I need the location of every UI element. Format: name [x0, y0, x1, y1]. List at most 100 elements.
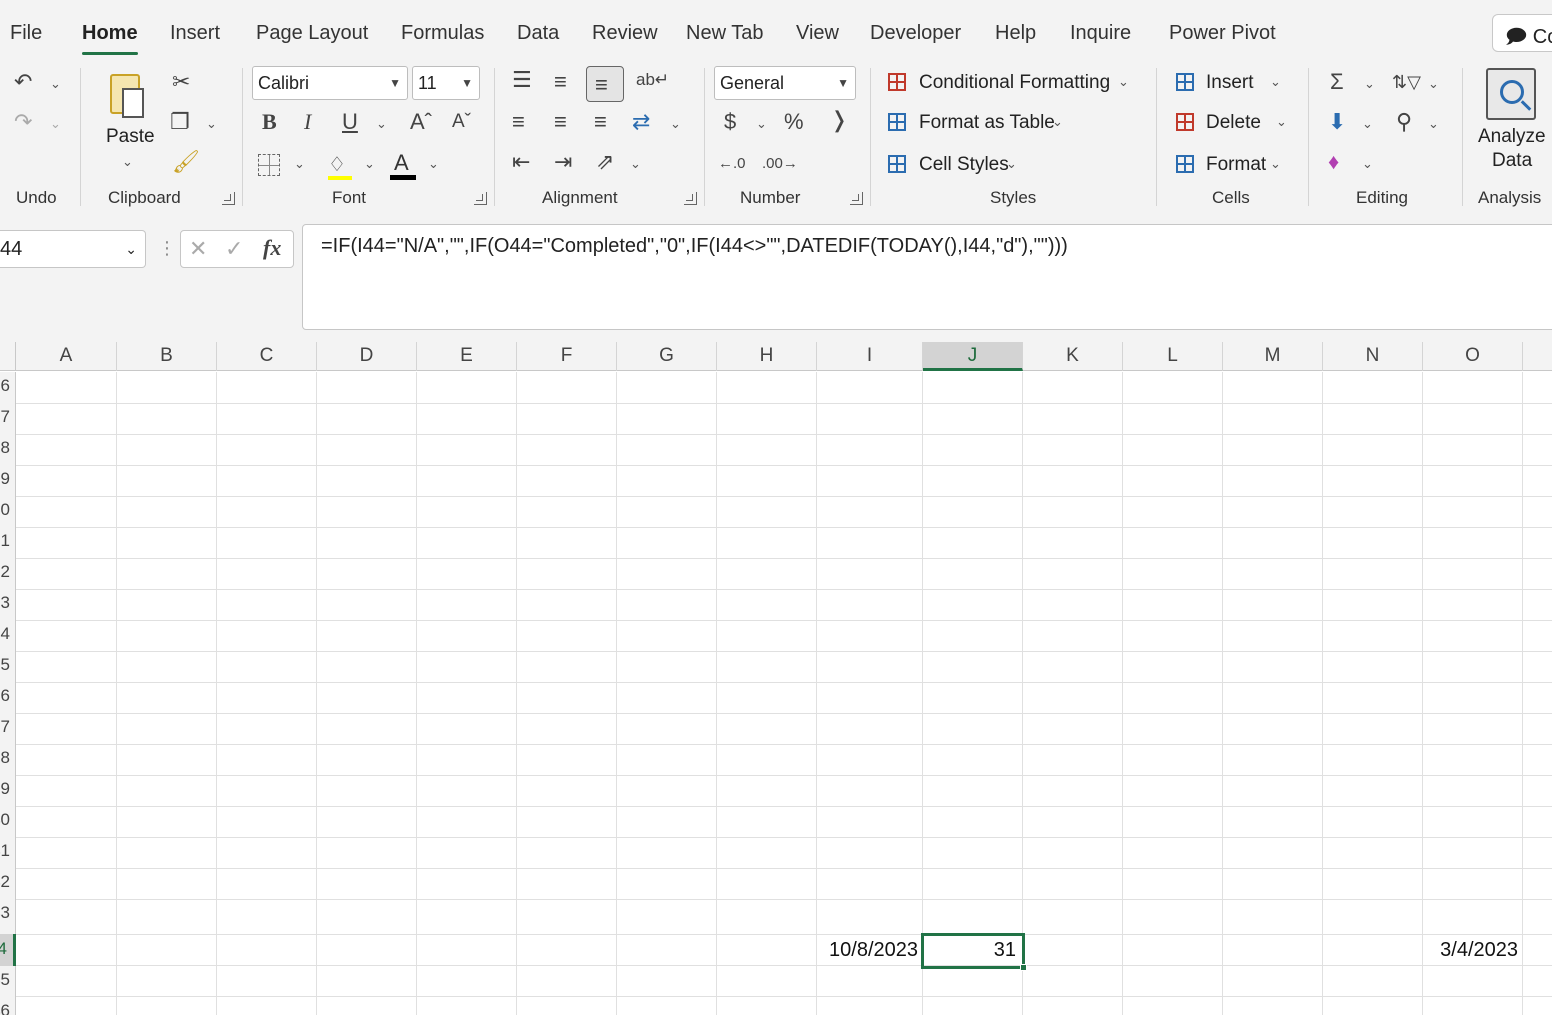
row-header-41[interactable]: 41 — [0, 837, 16, 868]
increase-decimal-icon[interactable]: ←.0 — [718, 152, 746, 176]
clear-dropdown-icon[interactable]: ⌄ — [1362, 156, 1373, 172]
find-select-icon[interactable]: ⚲ — [1396, 110, 1412, 134]
clipboard-launcher-icon[interactable] — [222, 192, 235, 205]
decrease-decimal-icon[interactable]: .00→ — [762, 152, 798, 176]
row-header-36[interactable]: 36 — [0, 682, 16, 713]
tab-new-tab[interactable]: New Tab — [686, 22, 763, 45]
autosum-dropdown-icon[interactable]: ⌄ — [1364, 76, 1375, 92]
column-header-n[interactable]: N — [1323, 342, 1423, 371]
font-name-select[interactable]: Calibri ▼ — [252, 66, 408, 100]
tab-inquire[interactable]: Inquire — [1070, 22, 1131, 45]
underline-icon[interactable]: U — [342, 110, 358, 134]
column-header-e[interactable]: E — [417, 342, 517, 371]
cancel-icon[interactable]: ✕ — [189, 237, 207, 261]
number-format-select[interactable]: General ▼ — [714, 66, 856, 100]
row-header-37[interactable]: 37 — [0, 713, 16, 744]
delete-cells-button[interactable]: Delete ⌄ — [1174, 110, 1294, 138]
insert-cells-button[interactable]: Insert ⌄ — [1174, 70, 1290, 98]
fill-color-dropdown-icon[interactable]: ⌄ — [364, 156, 375, 172]
column-header-a[interactable]: A — [16, 342, 117, 371]
more-options-icon[interactable]: ⋮ — [158, 236, 176, 260]
borders-dropdown-icon[interactable]: ⌄ — [294, 156, 305, 172]
row-header-28[interactable]: 28 — [0, 434, 16, 465]
tab-developer[interactable]: Developer — [870, 22, 961, 45]
copy-icon[interactable]: ❐ — [170, 110, 190, 134]
cut-icon[interactable]: ✂ — [172, 70, 190, 94]
select-all-button[interactable] — [0, 342, 16, 371]
increase-font-size-icon[interactable]: Aˆ — [410, 110, 432, 134]
tab-review[interactable]: Review — [592, 22, 658, 45]
increase-indent-icon[interactable]: ⇥ — [554, 150, 572, 174]
tab-formulas[interactable]: Formulas — [401, 22, 484, 45]
font-size-select[interactable]: 11 ▼ — [412, 66, 480, 100]
column-header-h[interactable]: H — [717, 342, 817, 371]
enter-icon[interactable]: ✓ — [225, 237, 243, 261]
column-header-m[interactable]: M — [1223, 342, 1323, 371]
row-header-34[interactable]: 34 — [0, 620, 16, 651]
row-header-32[interactable]: 32 — [0, 558, 16, 589]
borders-icon[interactable] — [258, 154, 280, 176]
row-header-26[interactable]: 26 — [0, 372, 16, 403]
formula-input[interactable]: =IF(I44="N/A","",IF(O44="Completed","0",… — [302, 224, 1552, 330]
worksheet-grid[interactable]: A B C D E F G H I J K L M N O 26 27 28 2… — [0, 342, 1552, 1015]
align-left-icon[interactable]: ≡ — [512, 110, 525, 134]
decrease-indent-icon[interactable]: ⇤ — [512, 150, 530, 174]
align-center-icon[interactable]: ≡ — [554, 110, 567, 134]
fill-dropdown-icon[interactable]: ⌄ — [1362, 116, 1373, 132]
alignment-launcher-icon[interactable] — [684, 192, 697, 205]
comma-style-icon[interactable]: ❭ — [830, 108, 848, 132]
comments-button[interactable]: 🗩 Co — [1492, 14, 1552, 52]
find-select-dropdown-icon[interactable]: ⌄ — [1428, 116, 1439, 132]
row-header-45[interactable]: 45 — [0, 966, 16, 997]
tab-file[interactable]: File — [10, 22, 42, 45]
tab-home[interactable]: Home — [82, 22, 138, 55]
tab-insert[interactable]: Insert — [170, 22, 220, 45]
paste-button[interactable]: Paste ⌄ — [100, 70, 156, 180]
underline-dropdown-icon[interactable]: ⌄ — [376, 116, 387, 132]
cell-styles-button[interactable]: Cell Styles ⌄ — [886, 152, 1026, 180]
currency-icon[interactable]: $ — [724, 110, 736, 134]
column-header-c[interactable]: C — [217, 342, 317, 371]
font-launcher-icon[interactable] — [474, 192, 487, 205]
decrease-font-size-icon[interactable]: Aˇ — [452, 110, 471, 134]
currency-dropdown-icon[interactable]: ⌄ — [756, 116, 767, 132]
percent-icon[interactable]: % — [784, 110, 804, 134]
row-header-31[interactable]: 31 — [0, 527, 16, 558]
tab-data[interactable]: Data — [517, 22, 559, 45]
format-as-table-button[interactable]: Format as Table ⌄ — [886, 110, 1076, 138]
column-header-l[interactable]: L — [1123, 342, 1223, 371]
conditional-formatting-button[interactable]: Conditional Formatting ⌄ — [886, 70, 1136, 98]
analyze-data-button[interactable]: Analyze Data — [1474, 66, 1548, 178]
font-color-dropdown-icon[interactable]: ⌄ — [428, 156, 439, 172]
name-box[interactable]: J44 ⌄ — [0, 230, 146, 268]
number-launcher-icon[interactable] — [850, 192, 863, 205]
merge-dropdown-icon[interactable]: ⌄ — [670, 116, 681, 132]
tab-view[interactable]: View — [796, 22, 839, 45]
column-header-b[interactable]: B — [117, 342, 217, 371]
align-bottom-button[interactable]: ≡ — [586, 66, 624, 102]
row-header-39[interactable]: 39 — [0, 775, 16, 806]
fill-color-icon[interactable]: ♢ — [328, 152, 352, 180]
orientation-icon[interactable]: ⇗ — [596, 150, 614, 174]
merge-center-icon[interactable]: ⇄ — [632, 110, 650, 134]
font-color-icon[interactable]: A — [390, 150, 416, 180]
align-top-icon[interactable]: ☰ — [512, 68, 532, 92]
column-header-j[interactable]: J — [923, 342, 1023, 371]
row-header-30[interactable]: 30 — [0, 496, 16, 527]
orientation-dropdown-icon[interactable]: ⌄ — [630, 156, 641, 172]
column-header-k[interactable]: K — [1023, 342, 1123, 371]
row-header-35[interactable]: 35 — [0, 651, 16, 682]
format-painter-icon[interactable]: 🖌 — [172, 150, 200, 174]
format-cells-button[interactable]: Format ⌄ — [1174, 152, 1290, 180]
tab-page-layout[interactable]: Page Layout — [256, 22, 368, 45]
cell-i44[interactable]: 10/8/2023 — [817, 936, 922, 968]
cell-o44[interactable]: 3/4/2023 — [1423, 936, 1522, 968]
align-right-icon[interactable]: ≡ — [594, 110, 607, 134]
copy-dropdown-icon[interactable]: ⌄ — [206, 116, 217, 132]
row-header-29[interactable]: 29 — [0, 465, 16, 496]
insert-function-icon[interactable]: fx — [263, 236, 281, 260]
column-header-f[interactable]: F — [517, 342, 617, 371]
clear-icon[interactable]: ♦ — [1328, 150, 1339, 174]
fill-icon[interactable]: ⬇ — [1328, 110, 1346, 134]
undo-icon[interactable]: ↶ — [14, 70, 32, 94]
